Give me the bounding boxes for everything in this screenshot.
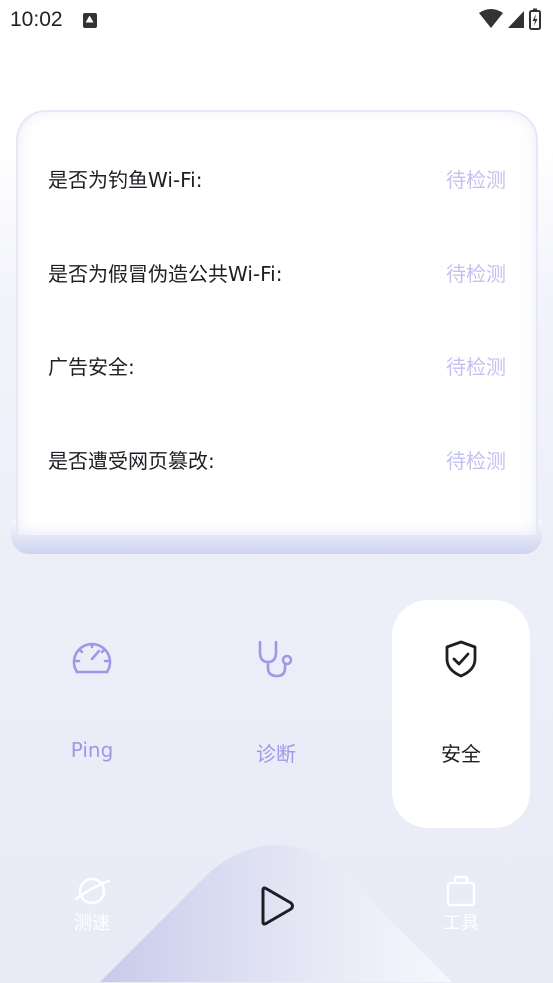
check-status: 待检测 (446, 167, 506, 192)
tab-label: Ping (70, 738, 114, 762)
check-row-page-tampering: 是否遭受网页篡改: 待检测 (48, 439, 506, 479)
check-row-phishing-wifi: 是否为钓鱼Wi-Fi: 待检测 (48, 158, 506, 198)
check-row-fake-public-wifi: 是否为假冒伪造公共Wi-Fi: 待检测 (48, 252, 506, 292)
shield-check-icon (438, 636, 484, 682)
nav-tools[interactable]: 工具 (426, 875, 496, 935)
bag-icon (446, 875, 476, 907)
tab-label: 安全 (441, 742, 481, 766)
tab-label: 诊断 (256, 742, 296, 766)
check-label: 广告安全: (48, 354, 135, 379)
check-status: 待检测 (446, 261, 506, 286)
cell-signal-icon (508, 11, 524, 28)
speedometer-icon (69, 636, 115, 682)
play-icon[interactable] (255, 884, 299, 928)
wifi-icon (479, 9, 503, 28)
nav-speedtest[interactable]: 测速 (57, 875, 127, 935)
nav-label: 工具 (443, 913, 479, 934)
planet-icon (74, 877, 111, 905)
tab-ping[interactable]: Ping (23, 600, 161, 828)
check-status: 待检测 (446, 448, 506, 473)
notification-icon (82, 12, 97, 28)
check-row-ad-security: 广告安全: 待检测 (48, 345, 506, 385)
nav-label: 测速 (74, 913, 110, 934)
tab-diagnosis[interactable]: 诊断 (207, 600, 345, 828)
tab-security[interactable]: 安全 (392, 600, 530, 828)
status-time: 10:02 (10, 8, 63, 31)
check-label: 是否遭受网页篡改: (48, 448, 215, 473)
security-check-card: 是否为钓鱼Wi-Fi: 待检测 是否为假冒伪造公共Wi-Fi: 待检测 广告安全… (16, 110, 538, 535)
status-icons (479, 8, 541, 30)
battery-icon (529, 8, 541, 30)
check-status: 待检测 (446, 354, 506, 379)
stethoscope-icon (253, 636, 299, 682)
check-label: 是否为钓鱼Wi-Fi: (48, 167, 203, 192)
check-label: 是否为假冒伪造公共Wi-Fi: (48, 261, 283, 286)
status-bar: 10:02 (0, 0, 553, 40)
